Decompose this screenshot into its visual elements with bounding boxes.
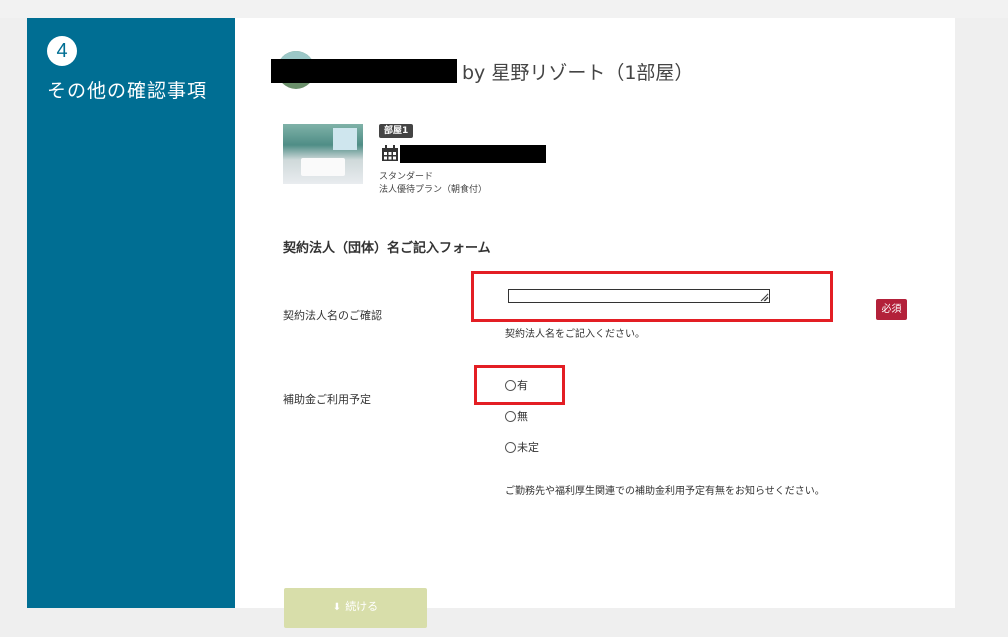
redacted-hotel-name: [271, 59, 457, 83]
corp-name-label: 契約法人名のご確認: [283, 309, 382, 322]
step-title: その他の確認事項: [47, 80, 208, 102]
step-sidebar: 4 その他の確認事項: [27, 18, 235, 608]
subsidy-option-undecided-label: 未定: [517, 441, 539, 454]
subsidy-option-yes[interactable]: 有: [505, 377, 528, 393]
form-heading: 契約法人（団体）名ご記入フォーム: [283, 241, 491, 256]
room-type: スタンダード: [379, 172, 434, 182]
corp-name-input[interactable]: [508, 289, 770, 303]
radio-no[interactable]: [505, 410, 516, 422]
subsidy-option-undecided[interactable]: 未定: [505, 439, 539, 455]
resize-grip-icon[interactable]: [759, 292, 769, 302]
subsidy-option-yes-label: 有: [517, 379, 528, 392]
room-photo: [283, 124, 363, 184]
subsidy-hint: ご勤務先や福利厚生関連での補助金利用予定有無をお知らせください。: [505, 486, 825, 497]
calendar-icon: [382, 145, 398, 161]
continue-button[interactable]: ⬇ 続ける: [284, 588, 427, 628]
arrow-down-icon: ⬇: [332, 602, 342, 613]
continue-label: 続ける: [345, 600, 379, 613]
room-plan: 法人優待プラン（朝食付）: [379, 185, 488, 195]
radio-undecided[interactable]: [505, 441, 516, 453]
subsidy-option-no[interactable]: 無: [505, 408, 528, 424]
hotel-title: by 星野リゾート（1部屋）: [462, 62, 694, 84]
required-badge: 必須: [876, 299, 907, 320]
subsidy-label: 補助金ご利用予定: [283, 393, 371, 406]
room-badge: 部屋1: [379, 124, 414, 138]
main-content: by 星野リゾート（1部屋） 部屋1 スタンダード 法人優待プラン（朝食付） 契…: [235, 18, 955, 608]
redacted-stay-dates: [400, 145, 546, 163]
page-top-strip: [0, 0, 1008, 18]
step-number-badge: 4: [47, 36, 77, 66]
radio-yes[interactable]: [505, 379, 516, 391]
corp-name-hint: 契約法人名をご記入ください。: [505, 329, 645, 340]
subsidy-option-no-label: 無: [517, 410, 528, 423]
